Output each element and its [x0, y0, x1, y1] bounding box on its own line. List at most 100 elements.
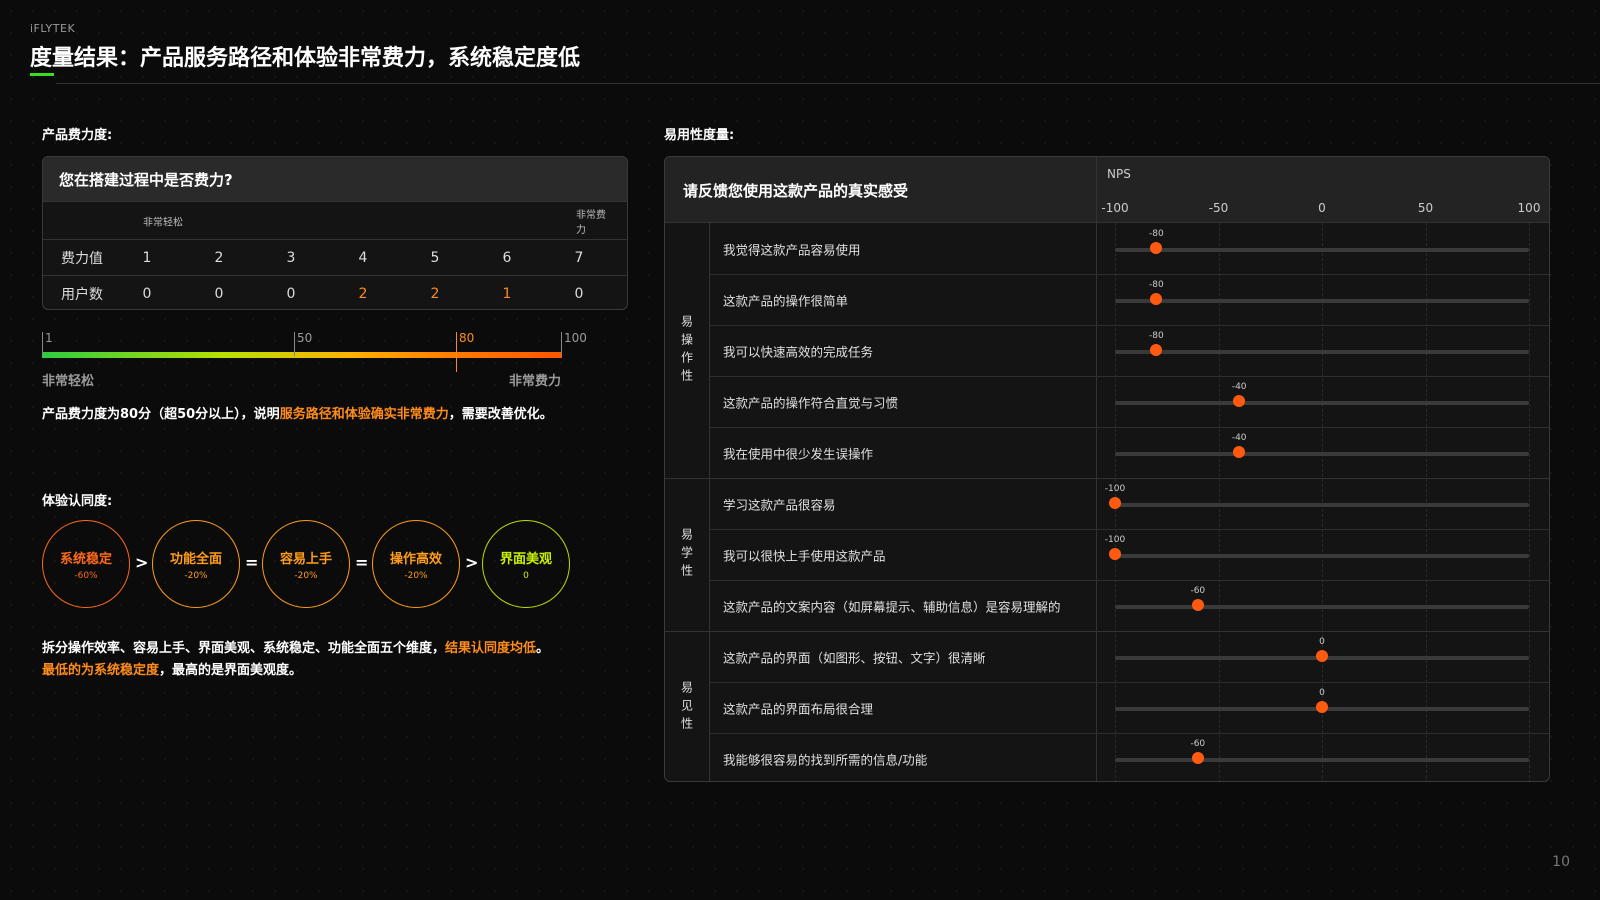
nps-question-label: 学习这款产品很容易 — [723, 497, 836, 512]
nps-question-row: 这款产品的界面布局很合理 0 — [710, 682, 1549, 733]
exp-conclusion-highlight2: 最低的为系统稳定度 — [42, 663, 160, 678]
effort-value-cell: 6 — [502, 249, 512, 266]
nps-question-label: 我可以快速高效的完成任务 — [723, 344, 874, 359]
nps-question-row: 学习这款产品很容易 -100 — [710, 478, 1549, 529]
page-number: 10 — [1552, 854, 1570, 870]
scale-num-end: 100 — [564, 331, 587, 345]
effort-table: 您在搭建过程中是否费力? 非常轻松 非常费力 费力值 1 2 3 4 5 6 7 用户数 0… — [42, 156, 628, 310]
experience-circle-value: -20% — [294, 570, 318, 581]
experience-circle-name: 功能全面 — [169, 551, 222, 567]
experience-circle: 容易上手 -20% — [262, 520, 350, 608]
experience-circle: 界面美观 0 — [482, 520, 570, 608]
nps-question-label: 这款产品的界面布局很合理 — [723, 701, 874, 716]
nps-score-label: -100 — [1104, 535, 1126, 545]
title-divider — [56, 83, 1600, 84]
effort-value-cell: 3 — [286, 249, 296, 266]
nps-score-dot — [1233, 446, 1246, 458]
nps-score-dot — [1150, 344, 1163, 356]
effort-section-label: 产品费力度: — [42, 128, 113, 143]
nps-group-name: 易见性 — [679, 680, 694, 735]
nps-group-label: 易学性 — [665, 478, 709, 631]
nps-group-name: 易学性 — [679, 527, 694, 582]
nps-group-name: 易操作性 — [679, 314, 694, 387]
scale-low-text: 非常轻松 — [42, 374, 95, 389]
experience-circles: 系统稳定 -60% 功能全面 -20% 容易上手 -20% 操作高效 -20% 界面美观 0 > = =… — [42, 520, 602, 610]
nps-score-label: -80 — [1149, 229, 1164, 239]
nps-track — [1115, 503, 1529, 507]
scale-high-label: 非常费力 — [576, 209, 606, 236]
experience-conclusion: 拆分操作效率、容易上手、界面美观、系统稳定、功能全面五个维度，结果认同度均低。 … — [42, 638, 622, 682]
nps-question-label: 我觉得这款产品容易使用 — [723, 242, 861, 257]
comparison-operator: > — [465, 553, 479, 572]
nps-score-label: 0 — [1319, 688, 1325, 698]
page-title: 度量结果：产品服务路径和体验非常费力，系统稳定度低 — [30, 46, 581, 71]
nps-track — [1115, 401, 1529, 405]
nps-label: NPS — [1107, 167, 1131, 181]
scale-low-label: 非常轻松 — [143, 217, 183, 228]
nps-question-row: 我觉得这款产品容易使用 -80 — [710, 223, 1549, 274]
effort-count-cell: 0 — [142, 285, 152, 302]
effort-count-cell: 0 — [574, 285, 584, 302]
gradient-bar — [42, 352, 562, 358]
scale-num-start: 1 — [45, 331, 53, 345]
nps-score-dot — [1150, 293, 1163, 305]
usability-nps-table: 请反馈您使用这款产品的真实感受 NPS -100 -50 0 50 100 我觉得这款产… — [664, 156, 1550, 782]
effort-conclusion-prefix: 产品费力度为80分（超50分以上），说明 — [42, 407, 280, 422]
scale-tick-start — [42, 332, 43, 356]
nps-track — [1115, 299, 1529, 303]
nps-question-label: 这款产品的界面（如图形、按钮、文字）很清晰 — [723, 650, 986, 665]
nps-track — [1115, 452, 1529, 456]
experience-circle-value: -60% — [74, 570, 98, 581]
nps-track — [1115, 248, 1529, 252]
nps-question-row: 我在使用中很少发生误操作 -40 — [710, 427, 1549, 478]
exp-conclusion-highlight1: 结果认同度均低 — [445, 641, 537, 656]
experience-circle-value: -20% — [184, 570, 208, 581]
nps-group-label: 易见性 — [665, 631, 709, 781]
nps-question-label: 我可以很快上手使用这款产品 — [723, 548, 886, 563]
effort-value-cell: 7 — [574, 249, 584, 266]
experience-circle-value: -20% — [404, 570, 428, 581]
experience-section-label: 体验认同度: — [42, 494, 113, 509]
experience-circle: 系统稳定 -60% — [42, 520, 130, 608]
scale-tick-end — [561, 332, 562, 356]
nps-score-label: -100 — [1104, 484, 1126, 494]
experience-circle-name: 操作高效 — [389, 551, 442, 567]
scale-tick-marker — [456, 332, 457, 372]
nps-question-row: 这款产品的文案内容（如屏幕提示、辅助信息）是容易理解的 -60 — [710, 580, 1549, 631]
nps-score-dot — [1150, 242, 1163, 254]
nps-score-dot — [1316, 701, 1328, 713]
nps-question-row: 这款产品的操作符合直觉与习惯 -40 — [710, 376, 1549, 427]
nps-score-label: 0 — [1319, 637, 1325, 647]
nps-score-dot — [1191, 752, 1204, 764]
row-label-effort-value: 费力值 — [61, 250, 103, 267]
experience-circle-name: 系统稳定 — [59, 551, 112, 567]
nps-score-label: -40 — [1231, 382, 1247, 392]
nps-question-label: 我在使用中很少发生误操作 — [723, 446, 874, 461]
exp-conclusion-part1: 拆分操作效率、容易上手、界面美观、系统稳定、功能全面五个维度， — [42, 641, 446, 656]
nps-question: 请反馈您使用这款产品的真实感受 — [683, 181, 909, 200]
effort-count-cell: 1 — [502, 285, 512, 302]
scale-tick-mid — [294, 332, 295, 356]
scale-num-marker: 80 — [459, 331, 475, 345]
nps-axis-tick: 100 — [1517, 201, 1541, 215]
comparison-operator: > — [135, 553, 149, 572]
nps-question-row: 这款产品的界面（如图形、按钮、文字）很清晰 0 — [710, 631, 1549, 682]
nps-axis-tick: -100 — [1101, 201, 1129, 215]
effort-value-cell: 2 — [214, 249, 224, 266]
effort-conclusion: 产品费力度为80分（超50分以上），说明服务路径和体验确实非常费力，需要改善优化… — [42, 403, 553, 422]
effort-value-cell: 5 — [430, 249, 440, 266]
nps-header: 请反馈您使用这款产品的真实感受 NPS -100 -50 0 50 100 — [665, 157, 1549, 223]
usability-section-label: 易用性度量: — [664, 128, 735, 143]
nps-group-label: 易操作性 — [665, 223, 709, 478]
brand-logo: iFLYTEK — [30, 22, 76, 35]
nps-score-label: -40 — [1231, 433, 1247, 443]
nps-axis-tick: -50 — [1208, 201, 1229, 215]
nps-axis-tick: 50 — [1417, 201, 1434, 215]
effort-conclusion-highlight: 服务路径和体验确实非常费力 — [279, 407, 449, 422]
nps-score-dot — [1109, 548, 1121, 560]
nps-track — [1115, 605, 1529, 609]
nps-question-row: 我可以很快上手使用这款产品 -100 — [710, 529, 1549, 580]
experience-circle-name: 界面美观 — [499, 551, 552, 567]
nps-question-label: 这款产品的文案内容（如屏幕提示、辅助信息）是容易理解的 — [723, 599, 1061, 614]
effort-scale-row: 非常轻松 非常费力 — [43, 201, 627, 239]
